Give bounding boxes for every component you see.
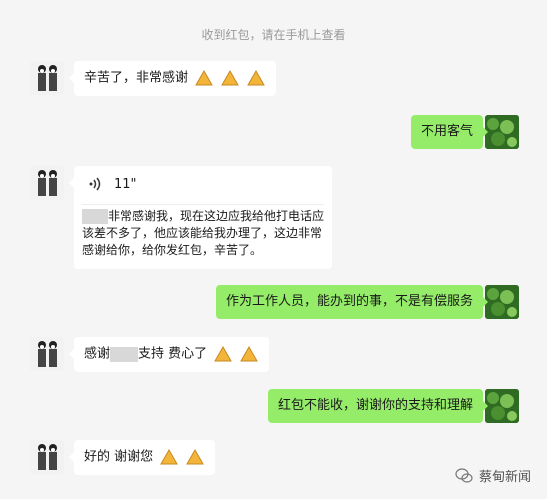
avatar[interactable] <box>30 440 64 474</box>
avatar[interactable] <box>30 61 64 95</box>
message-bubble[interactable]: 作为工作人员，能办到的事，不是有偿服务 <box>215 285 489 319</box>
avatar[interactable] <box>485 389 519 423</box>
panda-avatar-icon <box>30 166 64 200</box>
leaf-avatar-icon <box>485 115 519 149</box>
divider <box>82 204 324 205</box>
message-bubble[interactable]: 不用客气 <box>410 115 489 149</box>
avatar[interactable] <box>485 285 519 319</box>
panda-avatar-icon <box>30 440 64 474</box>
avatar[interactable] <box>30 166 64 200</box>
panda-avatar-icon <box>30 337 64 371</box>
avatar[interactable] <box>30 337 64 371</box>
folded-hands-icon <box>221 69 240 86</box>
redaction-box <box>82 209 108 224</box>
message-text: 红包不能收，谢谢你的支持和理解 <box>277 398 473 413</box>
folded-hands-icon <box>160 448 179 465</box>
voice-transcript: 非常感谢我，现在这边应我给他打电话应该差不多了，他应该能给我办理了，这边非常感谢… <box>82 209 325 257</box>
folded-hands-icon <box>186 448 205 465</box>
panda-avatar-icon <box>30 61 64 95</box>
folded-hands-icon <box>247 69 266 86</box>
system-notice: 收到红包，请在手机上查看 <box>201 28 346 42</box>
watermark-text: 蔡甸新闻 <box>478 470 531 485</box>
message-bubble[interactable]: 感谢 支持 费心了 <box>68 337 270 372</box>
message-text: 辛苦了，非常感谢 <box>84 70 189 86</box>
leaf-avatar-icon <box>485 389 519 423</box>
message-bubble[interactable]: 辛苦了，非常感谢 <box>68 61 277 96</box>
avatar[interactable] <box>485 115 519 149</box>
message-bubble[interactable]: 好的 谢谢您 <box>68 440 216 475</box>
voice-duration: 11" <box>114 176 137 192</box>
message-bubble[interactable]: 红包不能收，谢谢你的支持和理解 <box>267 389 489 423</box>
message-text: 不用客气 <box>420 124 473 139</box>
redaction-box <box>110 346 139 362</box>
message-text: 作为工作人员，能办到的事，不是有偿服务 <box>225 294 473 309</box>
leaf-avatar-icon <box>485 285 519 319</box>
voice-wave-icon <box>89 177 101 191</box>
folded-hands-icon <box>195 69 214 86</box>
message-text: 支持 费心了 <box>138 346 208 362</box>
watermark: 蔡甸新闻 <box>455 466 531 485</box>
wechat-icon <box>455 467 473 483</box>
message-text: 感谢 <box>84 346 111 362</box>
folded-hands-icon <box>240 345 259 362</box>
folded-hands-icon <box>214 345 233 362</box>
message-text: 好的 谢谢您 <box>84 449 154 465</box>
voice-message[interactable]: 11" 非常感谢我，现在这边应我给他打电话应该差不多了，他应该能给我办理了，这边… <box>69 166 332 269</box>
